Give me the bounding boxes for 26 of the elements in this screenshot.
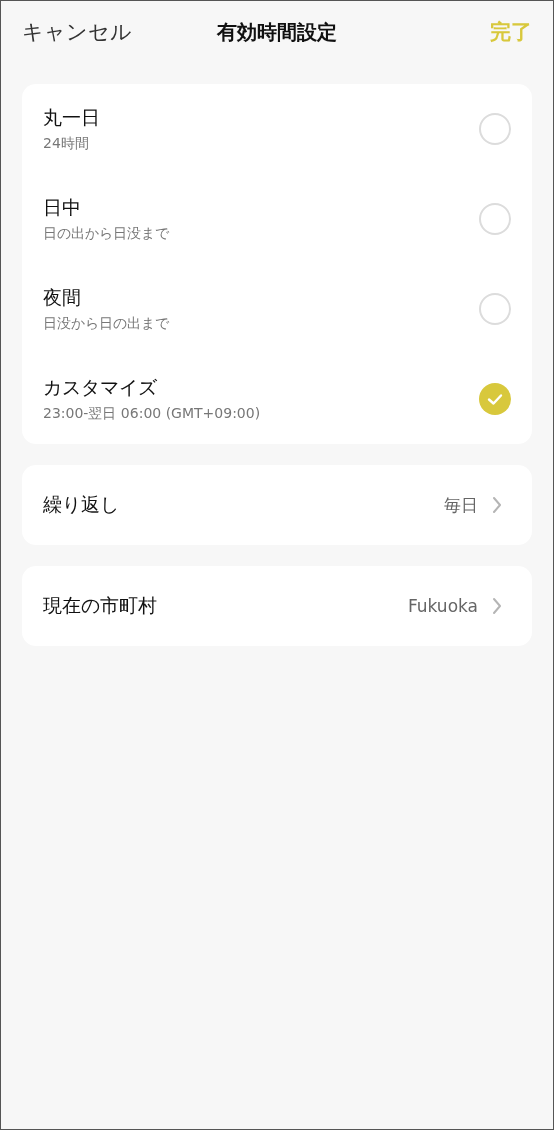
option-row[interactable]: 丸一日 24時間 — [22, 84, 532, 174]
radio-unchecked-icon[interactable] — [479, 293, 511, 325]
chevron-right-icon — [492, 597, 502, 615]
radio-unchecked-icon[interactable] — [479, 203, 511, 235]
option-label: カスタマイズ — [43, 375, 158, 400]
setting-row[interactable]: 現在の市町村 Fukuoka — [22, 566, 532, 646]
setting-value: Fukuoka — [407, 596, 478, 616]
option-row[interactable]: カスタマイズ 23:00-翌日 06:00 (GMT+09:00) — [22, 354, 532, 444]
option-label: 日中 — [43, 195, 82, 220]
setting-label: 繰り返し — [43, 492, 119, 517]
setting-row[interactable]: 繰り返し 毎日 — [22, 465, 532, 545]
option-row[interactable]: 日中 日の出から日没まで — [22, 174, 532, 264]
setting-value: 毎日 — [444, 493, 478, 517]
setting-label: 現在の市町村 — [43, 593, 157, 618]
chevron-right-icon — [492, 496, 502, 514]
page-title: 有効時間設定 — [217, 18, 337, 46]
option-label: 夜間 — [43, 285, 82, 310]
cancel-button[interactable]: キャンセル — [22, 18, 132, 46]
option-row[interactable]: 夜間 日没から日の出まで — [22, 264, 532, 354]
option-label: 丸一日 — [43, 105, 100, 130]
option-description: 24時間 — [43, 135, 90, 153]
option-description: 23:00-翌日 06:00 (GMT+09:00) — [43, 405, 261, 423]
option-description: 日の出から日没まで — [43, 225, 169, 243]
radio-unchecked-icon[interactable] — [479, 113, 511, 145]
option-description: 日没から日の出まで — [43, 315, 169, 333]
radio-checked-icon[interactable] — [479, 383, 511, 415]
